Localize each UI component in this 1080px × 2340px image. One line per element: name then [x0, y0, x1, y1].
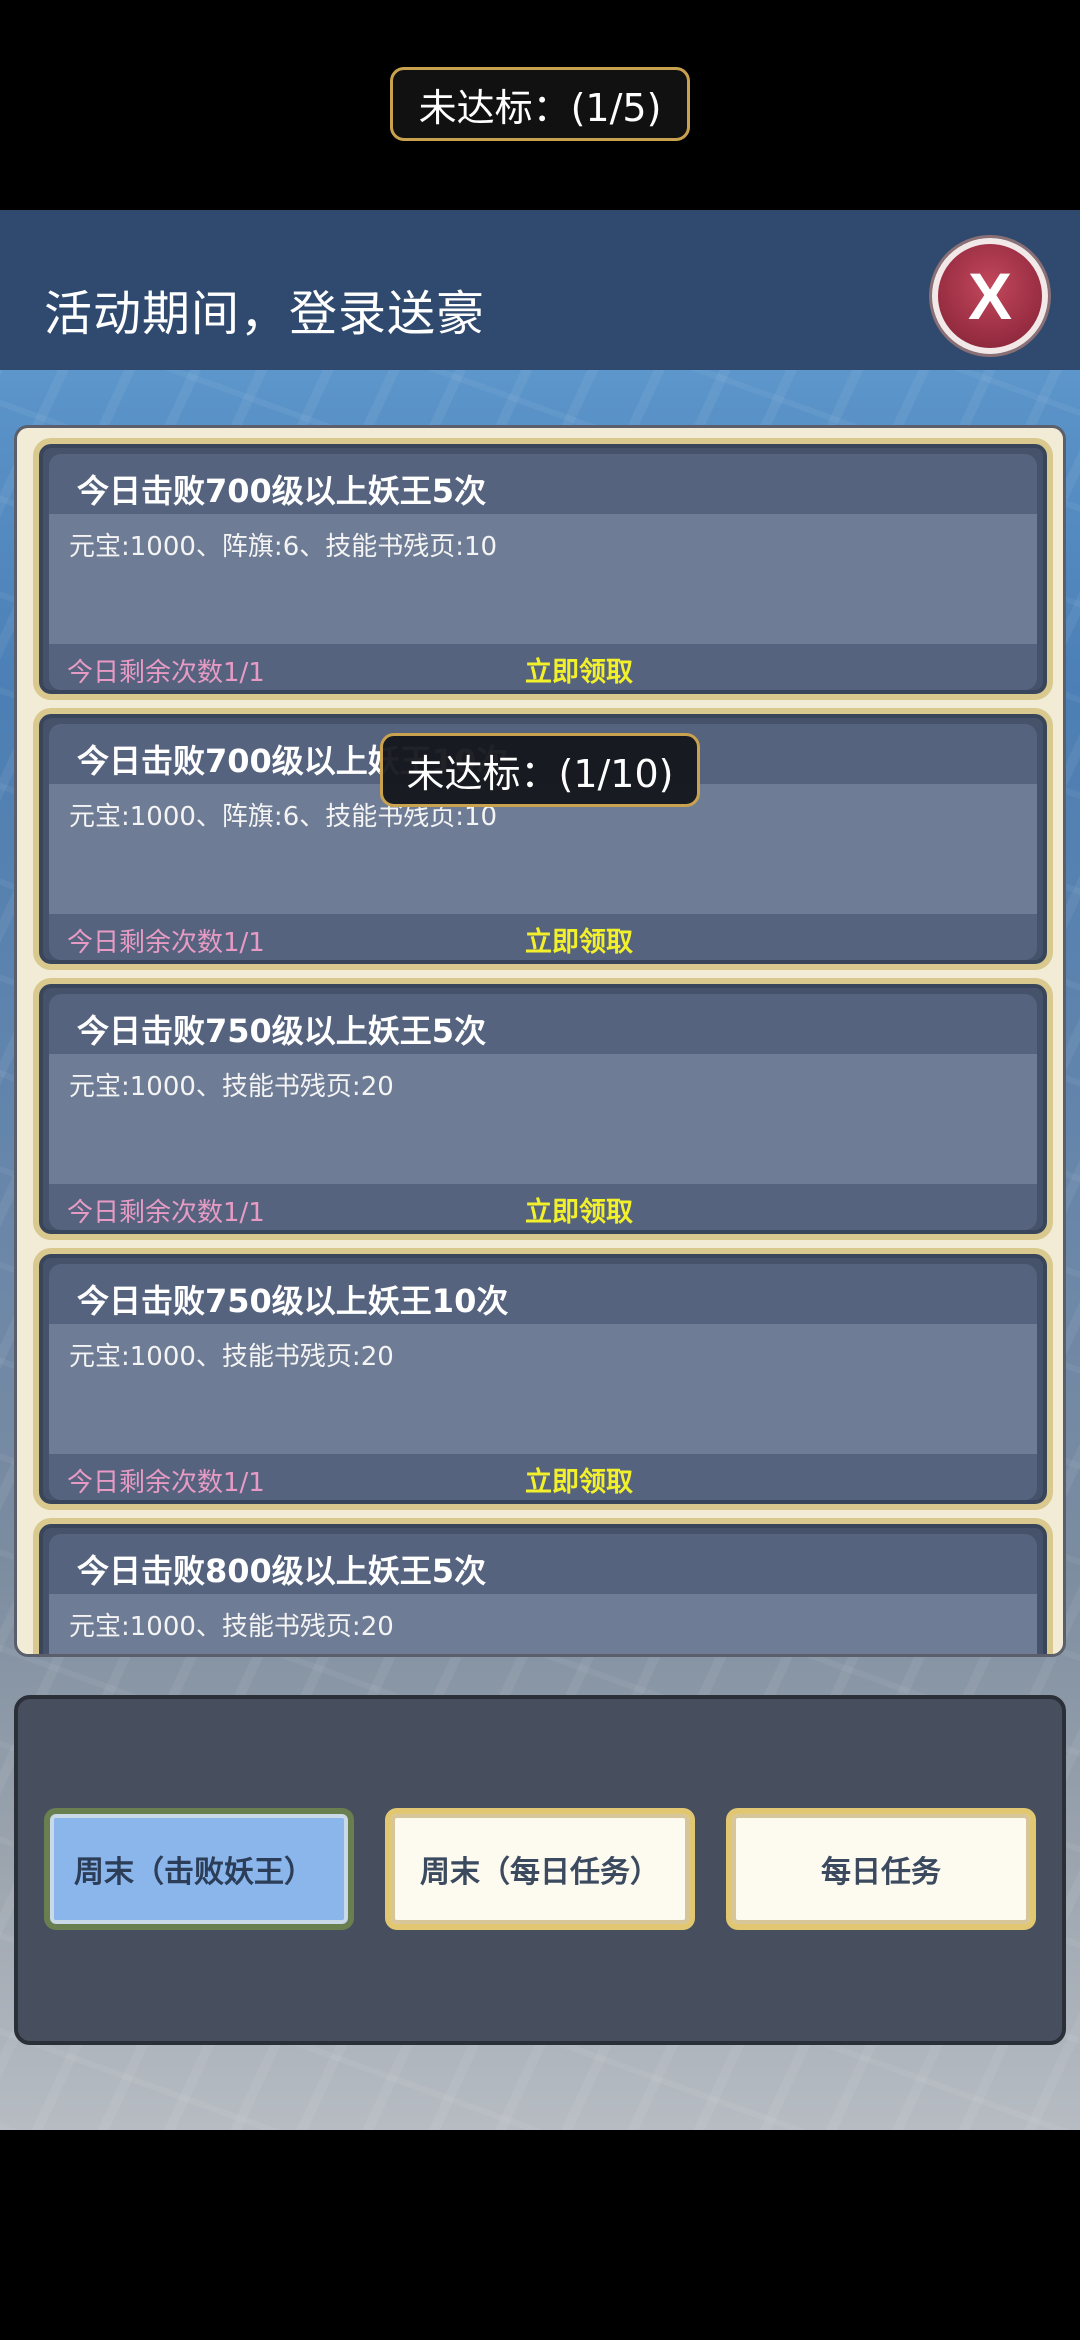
task-card: 今日击败750级以上妖王5次 元宝:1000、技能书残页:20 今日剩余次数1/… — [33, 978, 1053, 1240]
page-title: 活动期间，登录送豪 — [44, 286, 486, 342]
task-reward: 元宝:1000、技能书残页:20 — [69, 1342, 394, 1372]
task-card: 今日击败800级以上妖王5次 元宝:1000、技能书残页:20 — [33, 1518, 1053, 1654]
tab-label: 周末（每日任务） — [420, 1855, 660, 1890]
claim-button[interactable]: 立即领取 — [525, 920, 633, 959]
task-reward: 元宝:1000、技能书残页:20 — [69, 1612, 394, 1642]
claim-button[interactable]: 立即领取 — [525, 1190, 633, 1229]
task-reward: 元宝:1000、技能书残页:20 — [69, 1072, 394, 1102]
toast-not-reached-top: 未达标：(1/5) — [390, 67, 690, 141]
task-reward: 元宝:1000、阵旗:6、技能书残页:10 — [69, 532, 498, 562]
close-icon: X — [967, 259, 1013, 333]
remaining-count: 今日剩余次数1/1 — [67, 1198, 265, 1228]
toast-not-reached-mid: 未达标：(1/10) — [380, 733, 700, 807]
remaining-count: 今日剩余次数1/1 — [67, 1468, 265, 1498]
tab-weekend-defeat-boss[interactable]: 周末（击败妖王） — [44, 1808, 354, 1930]
task-title: 今日击败800级以上妖王5次 — [77, 1552, 487, 1590]
task-card: 今日击败700级以上妖王5次 元宝:1000、阵旗:6、技能书残页:10 今日剩… — [33, 438, 1053, 700]
task-title: 今日击败700级以上妖王5次 — [77, 472, 487, 510]
claim-button[interactable]: 立即领取 — [525, 650, 633, 689]
tab-label: 周末（击败妖王） — [74, 1855, 314, 1890]
toast-text: 未达标：(1/5) — [418, 85, 662, 130]
task-list[interactable]: 今日击败700级以上妖王5次 元宝:1000、阵旗:6、技能书残页:10 今日剩… — [14, 425, 1066, 1657]
bottom-bar — [0, 2130, 1080, 2340]
remaining-count: 今日剩余次数1/1 — [67, 928, 265, 958]
toast-text: 未达标：(1/10) — [406, 751, 674, 796]
tab-label: 每日任务 — [821, 1855, 941, 1890]
close-button[interactable]: X — [932, 238, 1048, 354]
claim-button[interactable]: 立即领取 — [525, 1460, 633, 1499]
task-title: 今日击败750级以上妖王10次 — [77, 1282, 509, 1320]
tab-daily-tasks[interactable]: 每日任务 — [726, 1808, 1036, 1930]
task-title: 今日击败750级以上妖王5次 — [77, 1012, 487, 1050]
tab-weekend-daily-tasks[interactable]: 周末（每日任务） — [385, 1808, 695, 1930]
task-card: 今日击败750级以上妖王10次 元宝:1000、技能书残页:20 今日剩余次数1… — [33, 1248, 1053, 1510]
remaining-count: 今日剩余次数1/1 — [67, 658, 265, 688]
